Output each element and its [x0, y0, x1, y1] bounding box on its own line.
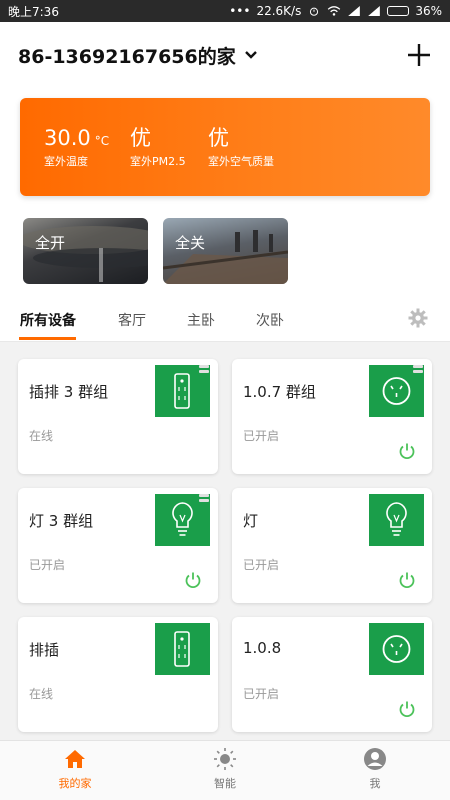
home-title: 86-13692167656的家 [18, 45, 236, 68]
tab-all-devices[interactable]: 所有设备 [20, 310, 76, 330]
nav-smart[interactable]: 智能 [180, 747, 270, 791]
home-selector[interactable]: 86-13692167656的家 [18, 42, 258, 69]
clock: 晚上7:36 [8, 4, 59, 19]
power-button[interactable] [398, 700, 416, 718]
outdoor-air-quality: 优 室外空气质量 [208, 126, 274, 169]
scene-all-off-label: 全关 [175, 234, 206, 252]
gear-icon[interactable] [408, 308, 428, 328]
device-status: 在线 [29, 429, 54, 443]
user-icon [364, 748, 386, 770]
tab-living-room[interactable]: 客厅 [118, 310, 146, 330]
signal-icon-2 [368, 6, 381, 16]
power-button[interactable] [398, 571, 416, 589]
device-status: 已开启 [29, 558, 66, 572]
device-grid: 插排 3 群组 在线 1.0.7 群组 已开启 灯 3 群组 已开启 灯 已开启… [0, 342, 450, 740]
device-name: 1.0.7 群组 [243, 383, 316, 401]
add-device-button[interactable] [406, 42, 432, 68]
socket-icon [382, 635, 411, 663]
device-thumbnail [369, 494, 424, 546]
wifi-icon [328, 6, 341, 16]
device-thumbnail [369, 623, 424, 675]
group-badge-icon [199, 494, 209, 502]
device-card[interactable]: 灯 3 群组 已开启 [18, 488, 218, 603]
device-name: 灯 3 群组 [29, 512, 94, 530]
device-name: 1.0.8 [243, 639, 282, 657]
scene-all-on-label: 全开 [35, 234, 66, 252]
device-status: 在线 [29, 687, 54, 701]
battery-percent: 36% [415, 4, 442, 18]
device-name: 插排 3 群组 [29, 383, 109, 401]
home-icon [65, 750, 85, 768]
room-tabs: 所有设备 客厅 主卧 次卧 [0, 298, 450, 342]
tab-master-bedroom[interactable]: 主卧 [187, 310, 215, 330]
device-status: 已开启 [243, 687, 280, 701]
device-card[interactable]: 排插 在线 [18, 617, 218, 732]
tab-second-bedroom[interactable]: 次卧 [256, 310, 284, 330]
sun-icon [214, 748, 236, 770]
battery-icon [387, 6, 410, 16]
nav-me-label: 我 [369, 777, 381, 790]
group-badge-icon [413, 365, 423, 373]
signal-icon [348, 6, 361, 16]
active-tab-indicator [19, 337, 76, 340]
power-strip-icon [174, 631, 190, 667]
more-dots-icon: ••• [229, 4, 251, 18]
device-card[interactable]: 1.0.7 群组 已开启 [232, 359, 432, 474]
network-speed: 22.6K/s [256, 4, 302, 18]
chevron-down-icon [244, 51, 257, 59]
device-status: 已开启 [243, 429, 280, 443]
device-card[interactable]: 灯 已开启 [232, 488, 432, 603]
device-card[interactable]: 插排 3 群组 在线 [18, 359, 218, 474]
air-quality-value: 优 [208, 126, 229, 150]
bulb-icon [386, 502, 407, 536]
power-button[interactable] [184, 571, 202, 589]
scene-all-on-button[interactable]: 全开 [23, 218, 148, 284]
pm25-value: 优 [130, 126, 151, 150]
status-bar: 晚上7:36 ••• 22.6K/s 36% [0, 0, 450, 22]
device-name: 灯 [243, 512, 259, 530]
nav-my-home[interactable]: 我的家 [30, 747, 120, 791]
temperature-label: 室外温度 [44, 155, 88, 168]
power-button[interactable] [398, 442, 416, 460]
pm25-label: 室外PM2.5 [130, 155, 186, 168]
scene-all-off-button[interactable]: 全关 [163, 218, 288, 284]
bottom-nav: 我的家 智能 我 [0, 740, 450, 800]
device-card[interactable]: 1.0.8 已开启 [232, 617, 432, 732]
alarm-icon [310, 7, 319, 16]
group-badge-icon [199, 365, 209, 373]
outdoor-pm25: 优 室外PM2.5 [130, 126, 186, 169]
weather-card[interactable]: 30.0 °C 室外温度 优 室外PM2.5 优 室外空气质量 [20, 98, 430, 196]
nav-smart-label: 智能 [214, 777, 236, 790]
device-thumbnail [155, 623, 210, 675]
air-quality-label: 室外空气质量 [208, 155, 274, 168]
temperature-value: 30.0 [44, 126, 91, 150]
device-name: 排插 [29, 641, 60, 659]
device-status: 已开启 [243, 558, 280, 572]
status-icons: ••• 22.6K/s 36% [229, 4, 442, 18]
outdoor-temperature: 30.0 °C 室外温度 [44, 126, 109, 169]
nav-my-home-label: 我的家 [58, 777, 92, 790]
temperature-unit: °C [94, 134, 110, 148]
nav-me[interactable]: 我 [330, 747, 420, 791]
header: 86-13692167656的家 [0, 22, 450, 88]
